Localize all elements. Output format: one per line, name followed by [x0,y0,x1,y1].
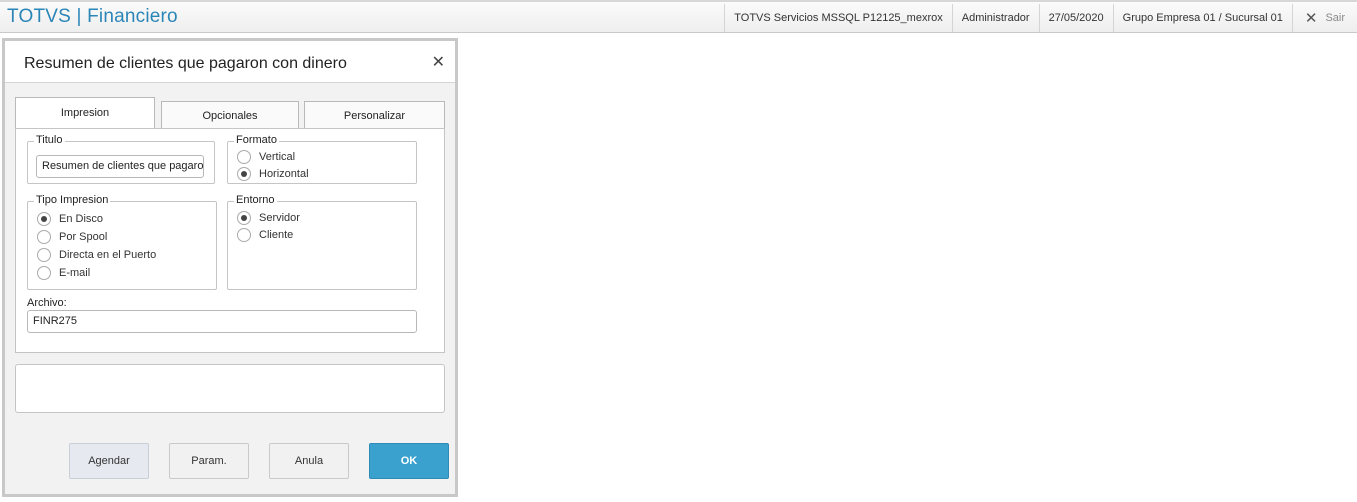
formato-horizontal-option[interactable]: Horizontal [237,166,309,182]
radio-button[interactable] [237,150,251,164]
entorno-group: Entorno Servidor Cliente [227,194,417,290]
print-dialog: Resumen de clientes que pagaron con dine… [2,38,458,497]
exit-label: Sair [1325,12,1345,24]
server-info: TOTVS Servicios MSSQL P12125_mexrox [724,4,951,32]
message-area [15,364,445,413]
formato-group: Formato Vertical Horizontal [227,134,417,184]
dialog-header: Resumen de clientes que pagaron con dine… [5,41,455,83]
tipo-email-option[interactable]: E-mail [37,265,90,281]
tipo-email-label: E-mail [59,267,91,279]
archivo-input[interactable]: FINR275 [27,310,417,333]
ok-button[interactable]: OK [369,443,449,479]
dialog-close-icon[interactable]: ✕ [432,52,445,72]
date-info: 27/05/2020 [1038,4,1113,32]
tab-impresion[interactable]: Impresion [15,97,155,128]
radio-button-checked[interactable] [237,167,251,181]
tab-personalizar[interactable]: Personalizar [304,101,445,129]
tab-opcionales[interactable]: Opcionales [161,101,299,129]
app-title: TOTVS | Financiero [7,6,178,27]
radio-button-checked[interactable] [37,212,51,226]
impresion-panel: Titulo Resumen de clientes que pagaron c… [15,128,445,353]
user-info: Administrador [951,4,1039,32]
formato-horizontal-label: Horizontal [259,168,309,180]
entorno-servidor-option[interactable]: Servidor [237,210,300,226]
anula-button[interactable]: Anula [269,443,349,479]
formato-label: Formato [234,134,279,146]
param-button[interactable]: Param. [169,443,249,479]
radio-button[interactable] [237,228,251,242]
archivo-label: Archivo: [27,297,67,309]
formato-vertical-label: Vertical [259,151,296,163]
session-info: TOTVS Servicios MSSQL P12125_mexrox Admi… [724,4,1357,32]
tipo-en-disco-label: En Disco [59,213,104,225]
close-icon: ✕ [1304,10,1318,27]
top-bar: TOTVS | Financiero TOTVS Servicios MSSQL… [0,0,1357,33]
entorno-cliente-label: Cliente [259,229,294,241]
titulo-input[interactable]: Resumen de clientes que pagaron con dine… [36,155,204,178]
radio-button[interactable] [37,230,51,244]
tab-opcionales-label: Opcionales [202,110,258,122]
tab-personalizar-label: Personalizar [343,110,406,122]
tipo-directa-option[interactable]: Directa en el Puerto [37,247,156,263]
exit-button[interactable]: ✕ Sair [1291,4,1357,32]
radio-button-checked[interactable] [237,211,251,225]
tipo-por-spool-label: Por Spool [59,231,108,243]
entorno-label: Entorno [234,194,277,206]
radio-button[interactable] [37,248,51,262]
formato-vertical-option[interactable]: Vertical [237,149,295,165]
titulo-group: Titulo Resumen de clientes que pagaron c… [27,134,215,184]
entorno-servidor-label: Servidor [259,212,300,224]
company-info[interactable]: Grupo Empresa 01 / Sucursal 01 [1112,4,1292,32]
dialog-title: Resumen de clientes que pagaron con dine… [24,55,347,72]
tipo-por-spool-option[interactable]: Por Spool [37,229,107,245]
tipo-directa-label: Directa en el Puerto [59,249,157,261]
radio-button[interactable] [37,266,51,280]
entorno-cliente-option[interactable]: Cliente [237,227,293,243]
titulo-label: Titulo [34,134,65,146]
tipo-impresion-label: Tipo Impresion [34,194,111,206]
agendar-button[interactable]: Agendar [69,443,149,479]
tab-impresion-label: Impresion [60,107,110,119]
tipo-impresion-group: Tipo Impresion En Disco Por Spool Direct… [27,194,217,290]
tipo-en-disco-option[interactable]: En Disco [37,211,103,227]
